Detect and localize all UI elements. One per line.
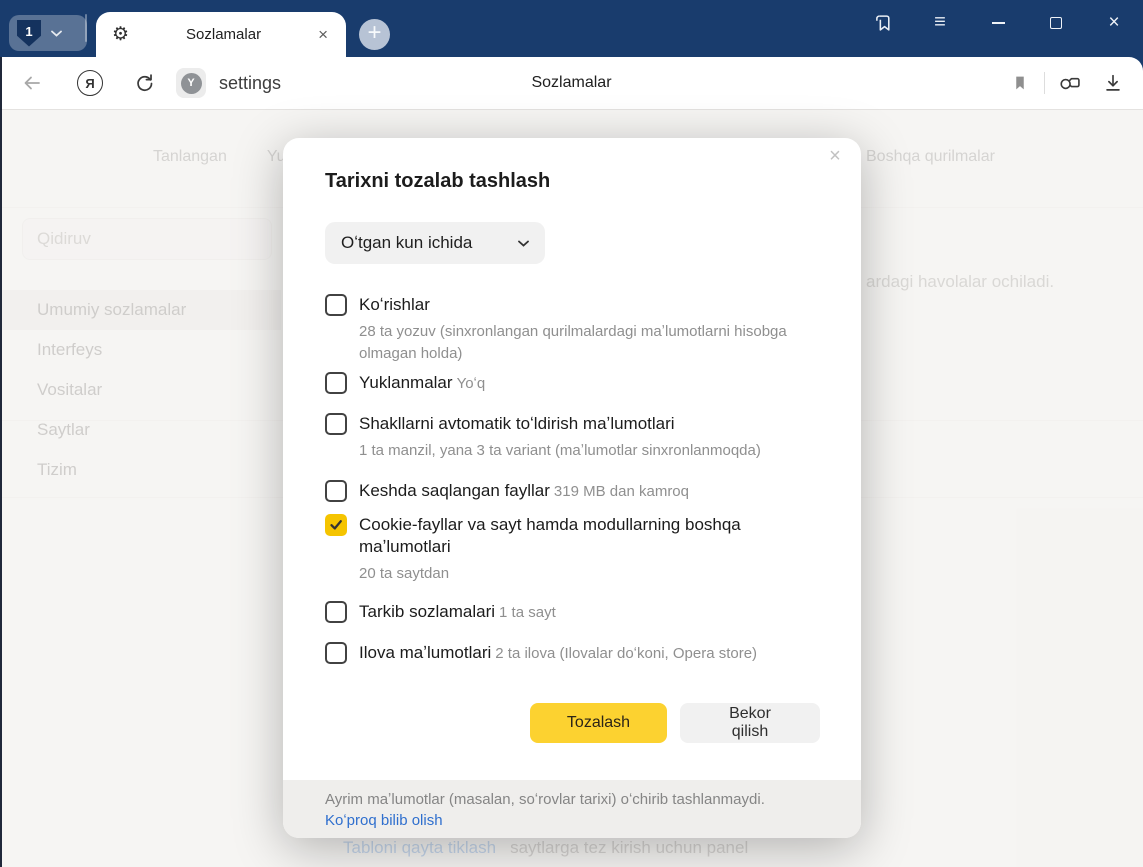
checkbox-korishlar[interactable] xyxy=(325,294,347,316)
downloads-button[interactable] xyxy=(1093,63,1133,103)
cancel-button[interactable]: Bekor qilish xyxy=(680,703,820,743)
toolbar-divider xyxy=(1044,72,1045,94)
tab-count: 1 xyxy=(25,24,32,39)
item-meta: 2 ta ilova (Ilovalar doʻkoni, Opera stor… xyxy=(495,645,757,662)
tab-title: Sozlamalar xyxy=(129,26,318,43)
tab-close-icon[interactable]: × xyxy=(318,25,328,45)
settings-gear-icon: ⚙ xyxy=(112,23,129,46)
address-bar-page-title: Sozlamalar xyxy=(0,74,1143,92)
checkbox-tarkib[interactable] xyxy=(325,601,347,623)
menu-button[interactable]: ≡ xyxy=(911,0,969,45)
clear-history-dialog: × Tarixni tozalab tashlash Oʻtgan kun ic… xyxy=(283,138,861,838)
list-item: YuklanmalarYoʻq xyxy=(325,372,821,395)
sidebar-item-umumiy-sozlamalar[interactable]: Umumiy sozlamalar xyxy=(0,290,281,330)
list-item: Koʻrishlar 28 ta yozuv (sinxronlangan qu… xyxy=(325,294,821,365)
tablo-restore-row: Tabloni qayta tiklash saytlarga tez kiri… xyxy=(343,838,748,858)
sidebar-item-saytlar[interactable]: Saytlar xyxy=(0,410,281,450)
footer-note: Ayrim maʼlumotlar (masalan, soʻrovlar ta… xyxy=(325,789,861,810)
titlebar-divider xyxy=(85,14,87,42)
learn-more-link[interactable]: Koʻproq bilib olish xyxy=(325,810,443,831)
tab-count-shield-icon: 1 xyxy=(17,20,41,47)
tab-counter-button[interactable]: 1 xyxy=(9,15,87,51)
nav-tanlangan[interactable]: Tanlangan xyxy=(153,148,227,166)
checkbox-cookie[interactable] xyxy=(325,514,347,536)
settings-search-input[interactable] xyxy=(22,218,272,260)
list-item: Shakllarni avtomatik toʻldirish maʼlumot… xyxy=(325,413,821,462)
checkbox-ilova[interactable] xyxy=(325,642,347,664)
sidebar-item-tizim[interactable]: Tizim xyxy=(0,450,281,490)
checkbox-yuklanmalar[interactable] xyxy=(325,372,347,394)
clear-button[interactable]: Tozalash xyxy=(530,703,667,743)
window-minimize-button[interactable] xyxy=(969,0,1027,45)
item-detail: 1 ta manzil, yana 3 ta variant (maʼlumot… xyxy=(359,440,821,462)
item-label: Shakllarni avtomatik toʻldirish maʼlumot… xyxy=(359,414,675,433)
new-tab-button[interactable]: + xyxy=(359,19,390,50)
item-meta: Yoʻq xyxy=(457,375,486,392)
chevron-down-icon xyxy=(518,240,529,247)
item-detail: 20 ta saytdan xyxy=(359,563,821,585)
checkbox-shakllar[interactable] xyxy=(325,413,347,435)
close-icon: × xyxy=(1108,12,1119,34)
plus-icon: + xyxy=(367,19,381,46)
window-maximize-button[interactable] xyxy=(1027,0,1085,45)
hamburger-menu-icon: ≡ xyxy=(934,11,946,34)
item-meta: 319 MB dan kamroq xyxy=(554,483,689,500)
dialog-close-icon[interactable]: × xyxy=(823,144,847,168)
item-meta: 1 ta sayt xyxy=(499,604,556,621)
back-button[interactable] xyxy=(14,71,50,95)
item-label: Tarkib sozlamalari xyxy=(359,602,495,621)
period-dropdown[interactable]: Oʻtgan kun ichida xyxy=(325,222,545,264)
yandex-letter-icon: Я xyxy=(85,76,94,91)
nav-boshqa-qurilmalar[interactable]: Boshqa qurilmalar xyxy=(866,148,995,166)
window-close-button[interactable]: × xyxy=(1085,0,1143,45)
period-dropdown-value: Oʻtgan kun ichida xyxy=(341,233,518,253)
protect-y-icon: Y xyxy=(187,77,194,89)
yandex-home-button[interactable]: Я xyxy=(72,70,108,96)
item-label: Ilova maʼlumotlari xyxy=(359,643,491,662)
item-label: Yuklanmalar xyxy=(359,373,453,392)
address-bar-url[interactable]: settings xyxy=(219,73,281,94)
checkbox-kesh[interactable] xyxy=(325,480,347,502)
dialog-footer: Ayrim maʼlumotlar (masalan, soʻrovlar ta… xyxy=(283,780,861,838)
refresh-button[interactable] xyxy=(126,72,162,95)
tablo-restore-link[interactable]: Tabloni qayta tiklash xyxy=(343,838,496,858)
toolbar: Я Y settings Sozlamalar xyxy=(0,57,1143,110)
settings-text-fragment: ardagi havolalar ochiladi. xyxy=(866,272,1054,292)
bookmark-button[interactable] xyxy=(1000,63,1040,103)
titlebar: 1 ⚙ Sozlamalar × + ≡ × xyxy=(0,0,1143,57)
tablo-restore-description: saytlarga tez kirish uchun panel xyxy=(510,838,748,858)
item-label: Cookie-fayllar va sayt hamda modullarnin… xyxy=(359,515,741,556)
list-item: Tarkib sozlamalari1 ta sayt xyxy=(325,601,821,624)
protect-badge[interactable]: Y xyxy=(176,68,206,98)
collections-key-icon[interactable] xyxy=(1049,63,1089,103)
sidebar-item-interfeys[interactable]: Interfeys xyxy=(0,330,281,370)
sidebar-item-vositalar[interactable]: Vositalar xyxy=(0,370,281,410)
item-label: Keshda saqlangan fayllar xyxy=(359,481,550,500)
dialog-title: Tarixni tozalab tashlash xyxy=(325,170,550,193)
history-items-list: Koʻrishlar 28 ta yozuv (sinxronlangan qu… xyxy=(325,294,821,665)
list-item: Ilova maʼlumotlari2 ta ilova (Ilovalar d… xyxy=(325,642,821,665)
chevron-down-icon xyxy=(51,30,62,37)
list-item: Cookie-fayllar va sayt hamda modullarnin… xyxy=(325,514,821,585)
item-label: Koʻrishlar xyxy=(359,295,430,314)
window-left-edge xyxy=(0,57,2,867)
item-detail: 28 ta yozuv (sinxronlangan qurilmalardag… xyxy=(359,321,821,365)
sidebar-panel-icon[interactable] xyxy=(853,0,911,45)
settings-sidebar: Umumiy sozlamalar Interfeys Vositalar Sa… xyxy=(0,290,281,490)
list-item: Keshda saqlangan fayllar319 MB dan kamro… xyxy=(325,480,821,503)
maximize-icon xyxy=(1050,17,1062,29)
tab-sozlamalar[interactable]: ⚙ Sozlamalar × xyxy=(96,12,346,57)
minimize-icon xyxy=(992,22,1005,24)
